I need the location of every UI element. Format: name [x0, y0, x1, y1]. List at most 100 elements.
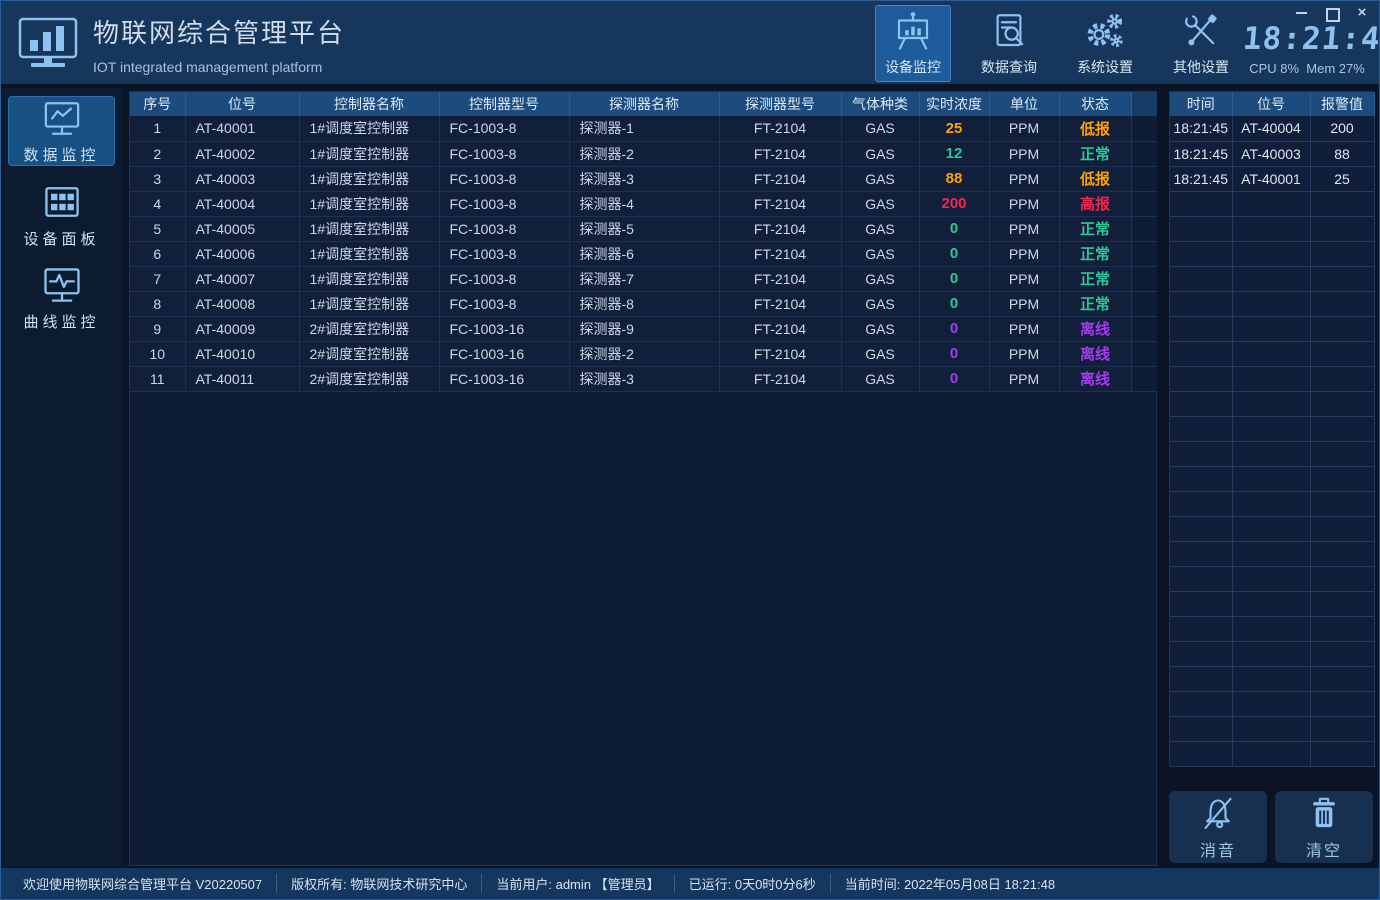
cell-realtime-value: 0 — [919, 316, 989, 341]
cell-tag: AT-40009 — [185, 316, 299, 341]
nav-system-settings-button[interactable]: 系统设置 — [1067, 5, 1143, 82]
cell-alarm-value: 25 — [1310, 166, 1374, 191]
cell-detector-name: 探测器-3 — [569, 366, 719, 391]
cell-detector-name: 探测器-1 — [569, 116, 719, 141]
cell-empty — [1310, 566, 1374, 591]
cell-empty — [1232, 666, 1310, 691]
table-row[interactable]: 7AT-400071#调度室控制器FC-1003-8探测器-7FT-2104GA… — [130, 266, 1157, 291]
cell-status: 正常 — [1059, 241, 1131, 266]
cell-realtime-value: 12 — [919, 141, 989, 166]
nav-device-monitor-button[interactable]: 设备监控 — [875, 5, 951, 82]
mute-button[interactable]: 消音 — [1169, 791, 1267, 863]
device-data-table-header: 序号 位号 控制器名称 控制器型号 探测器名称 探测器型号 气体种类 实时浓度 … — [130, 92, 1157, 116]
cell-empty — [1170, 566, 1232, 591]
nav-other-settings-button[interactable]: 其他设置 — [1163, 5, 1239, 82]
cell-realtime-value: 200 — [919, 191, 989, 216]
close-button[interactable]: × — [1355, 7, 1369, 19]
table-row[interactable]: 3AT-400031#调度室控制器FC-1003-8探测器-3FT-2104GA… — [130, 166, 1157, 191]
cell-alarm-time: 18:21:45 — [1170, 116, 1232, 141]
alarm-row-empty — [1170, 666, 1374, 691]
cell-empty — [1310, 641, 1374, 666]
cell-empty — [1170, 291, 1232, 316]
cell-gas-type: GAS — [841, 141, 919, 166]
cell-empty — [1232, 316, 1310, 341]
trash-icon — [1304, 793, 1344, 833]
cell-detector-model: FT-2104 — [719, 191, 841, 216]
title-block: 物联网综合管理平台 IOT integrated management plat… — [93, 13, 345, 75]
cell-empty — [1170, 266, 1232, 291]
cell-status: 离线 — [1059, 316, 1131, 341]
table-row[interactable]: 9AT-400092#调度室控制器FC-1003-16探测器-9FT-2104G… — [130, 316, 1157, 341]
cell-gas-type: GAS — [841, 266, 919, 291]
cell-controller-model: FC-1003-16 — [439, 366, 569, 391]
alarm-row-empty — [1170, 416, 1374, 441]
sidebar: 数据监控 设备面板 曲线监控 — [1, 88, 122, 867]
cell-empty — [1310, 716, 1374, 741]
table-row[interactable]: 1AT-400011#调度室控制器FC-1003-8探测器-1FT-2104GA… — [130, 116, 1157, 141]
clear-button[interactable]: 清空 — [1275, 791, 1373, 863]
clear-button-label: 清空 — [1306, 837, 1342, 861]
cell-empty — [1232, 541, 1310, 566]
nav-label: 设备监控 — [885, 57, 941, 77]
cell-controller-name: 2#调度室控制器 — [299, 366, 439, 391]
col-header-controller-name: 控制器名称 — [299, 92, 439, 116]
device-data-table: 序号 位号 控制器名称 控制器型号 探测器名称 探测器型号 气体种类 实时浓度 … — [130, 92, 1157, 392]
nav-data-query-button[interactable]: 数据查询 — [971, 5, 1047, 82]
cell-detector-name: 探测器-3 — [569, 166, 719, 191]
alarm-row[interactable]: 18:21:45AT-4000125 — [1170, 166, 1374, 191]
alarm-row[interactable]: 18:21:45AT-4000388 — [1170, 141, 1374, 166]
cell-tag: AT-40010 — [185, 341, 299, 366]
cell-empty — [1170, 741, 1232, 766]
cell-unit: PPM — [989, 141, 1059, 166]
cell-controller-name: 1#调度室控制器 — [299, 291, 439, 316]
alarm-row-empty — [1170, 391, 1374, 416]
cell-unit: PPM — [989, 291, 1059, 316]
table-row[interactable]: 8AT-400081#调度室控制器FC-1003-8探测器-8FT-2104GA… — [130, 291, 1157, 316]
table-row[interactable]: 2AT-400021#调度室控制器FC-1003-8探测器-2FT-2104GA… — [130, 141, 1157, 166]
sidebar-item-device-panel[interactable]: 设备面板 — [8, 179, 115, 249]
cell-status: 正常 — [1059, 141, 1131, 166]
cell-empty — [1170, 716, 1232, 741]
alarm-row-empty — [1170, 441, 1374, 466]
cell-unit: PPM — [989, 216, 1059, 241]
cell-alarm-tag: AT-40004 — [1232, 116, 1310, 141]
main-table-body: 1AT-400011#调度室控制器FC-1003-8探测器-1FT-2104GA… — [130, 116, 1157, 391]
maximize-button[interactable] — [1325, 7, 1339, 19]
alarm-row-empty — [1170, 541, 1374, 566]
cell-seq: 6 — [130, 241, 185, 266]
cell-empty — [1170, 466, 1232, 491]
cell-detector-model: FT-2104 — [719, 141, 841, 166]
table-row[interactable]: 5AT-400051#调度室控制器FC-1003-8探测器-5FT-2104GA… — [130, 216, 1157, 241]
alarm-panel: 时间 位号 报警值 18:21:45AT-4000420018:21:45AT-… — [1169, 91, 1373, 766]
cell-gas-type: GAS — [841, 166, 919, 191]
col-header-realtime-value: 实时浓度 — [919, 92, 989, 116]
cell-detector-model: FT-2104 — [719, 366, 841, 391]
cell-empty — [1310, 191, 1374, 216]
table-row[interactable]: 10AT-400102#调度室控制器FC-1003-16探测器-2FT-2104… — [130, 341, 1157, 366]
cell-status: 正常 — [1059, 291, 1131, 316]
cell-controller-model: FC-1003-8 — [439, 141, 569, 166]
col-header-tag: 位号 — [185, 92, 299, 116]
mute-button-label: 消音 — [1200, 837, 1236, 861]
cell-empty — [1170, 441, 1232, 466]
cell-realtime-value: 0 — [919, 216, 989, 241]
table-row[interactable]: 11AT-400112#调度室控制器FC-1003-16探测器-3FT-2104… — [130, 366, 1157, 391]
cell-status: 低报 — [1059, 166, 1131, 191]
cell-unit: PPM — [989, 366, 1059, 391]
table-row[interactable]: 6AT-400061#调度室控制器FC-1003-8探测器-6FT-2104GA… — [130, 241, 1157, 266]
cell-empty — [1232, 566, 1310, 591]
alarm-row[interactable]: 18:21:45AT-40004200 — [1170, 116, 1374, 141]
cell-seq: 11 — [130, 366, 185, 391]
sidebar-item-curve-monitor[interactable]: 曲线监控 — [8, 262, 115, 332]
col-header-filler — [1131, 92, 1157, 116]
alarm-row-empty — [1170, 266, 1374, 291]
cell-empty — [1232, 366, 1310, 391]
cell-empty — [1232, 416, 1310, 441]
minimize-button[interactable] — [1295, 7, 1309, 19]
cell-detector-model: FT-2104 — [719, 266, 841, 291]
cell-unit: PPM — [989, 166, 1059, 191]
cell-empty — [1170, 541, 1232, 566]
sidebar-item-data-monitor[interactable]: 数据监控 — [8, 96, 115, 166]
table-row[interactable]: 4AT-400041#调度室控制器FC-1003-8探测器-4FT-2104GA… — [130, 191, 1157, 216]
cell-empty — [1310, 741, 1374, 766]
